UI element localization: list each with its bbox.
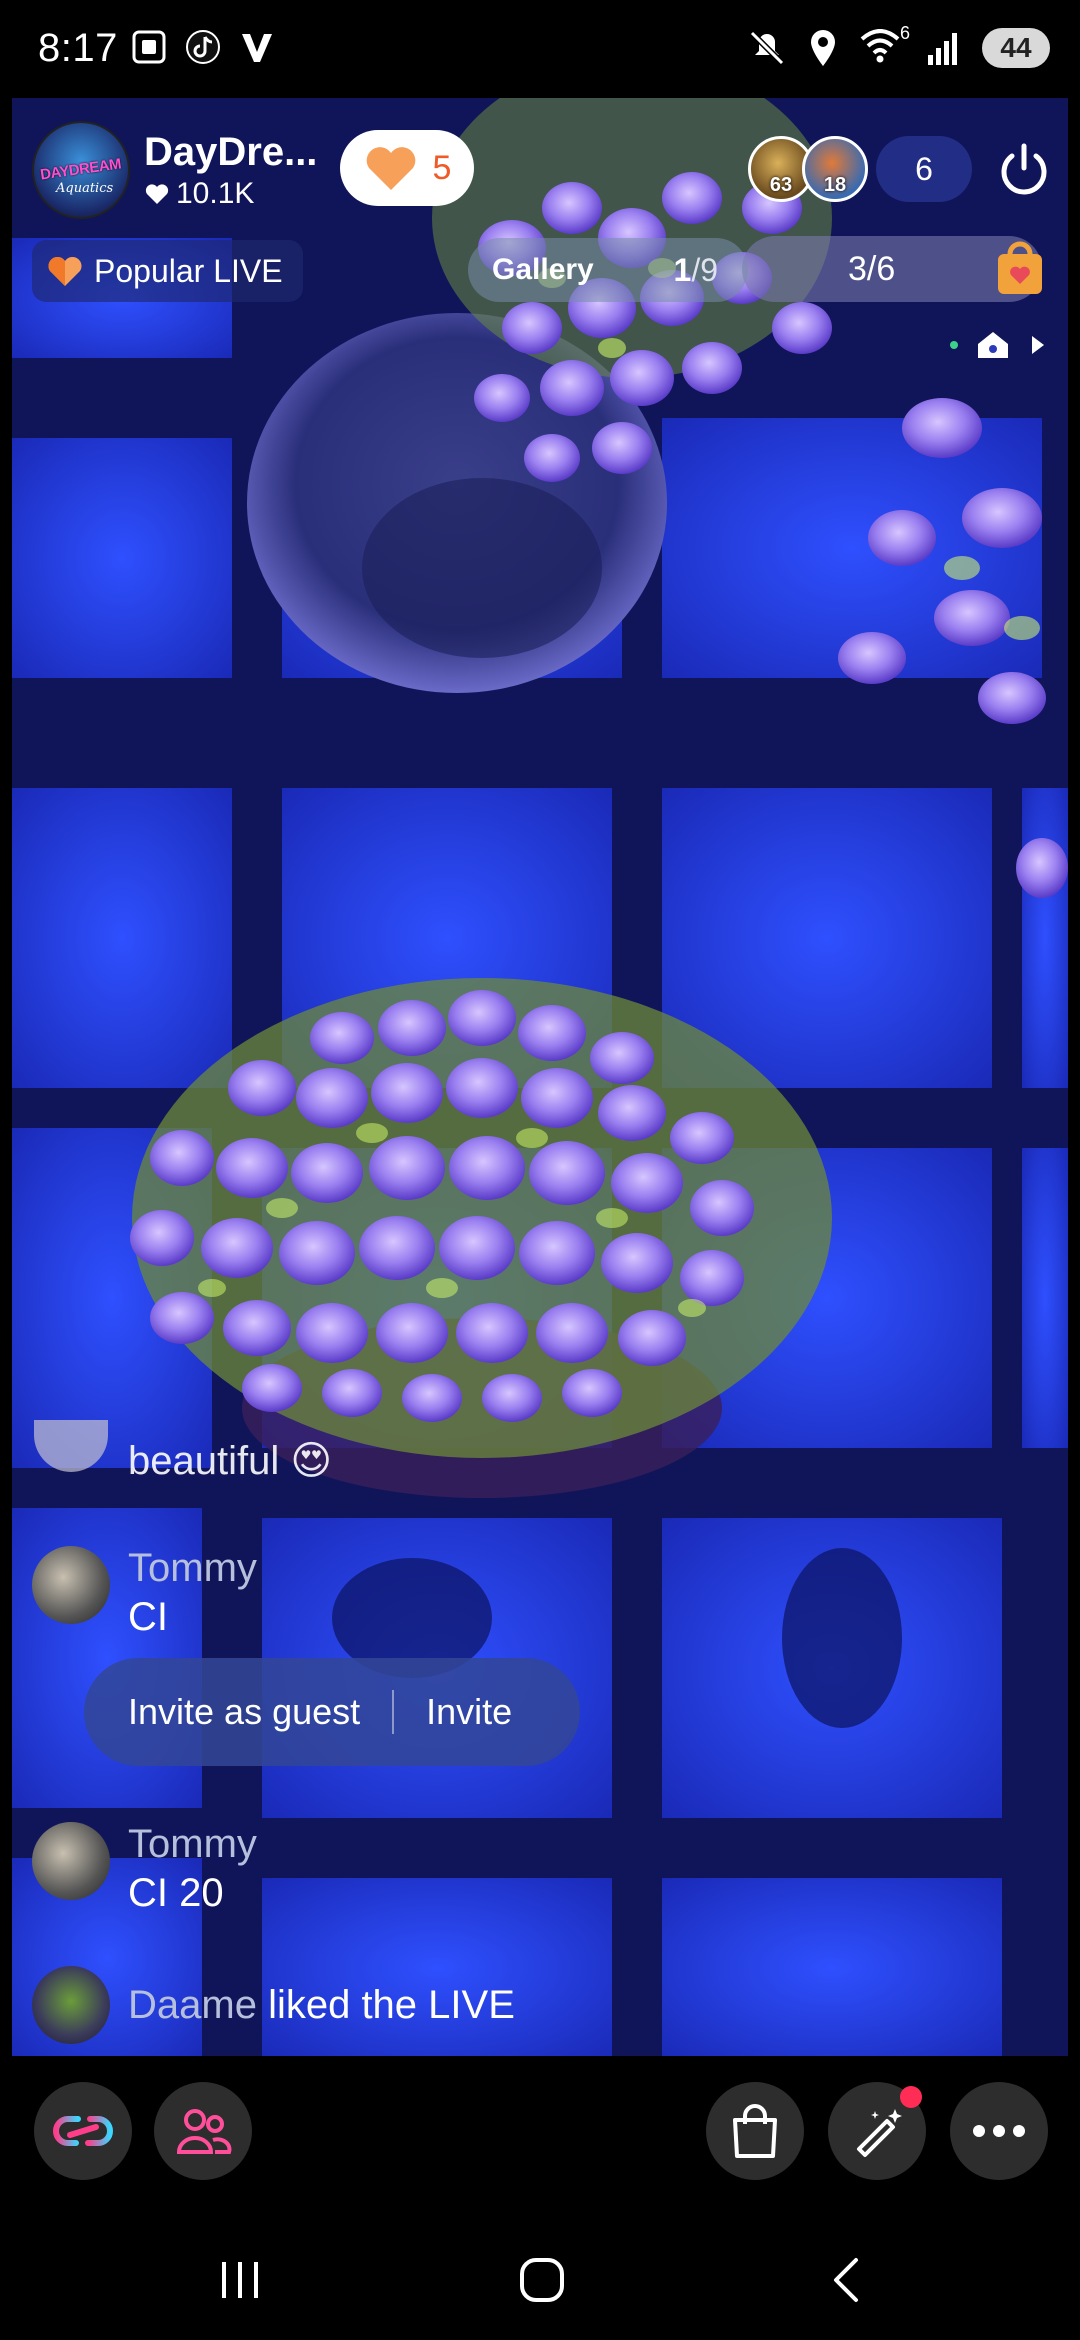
gallery-current: 1 xyxy=(673,251,692,288)
liked-event-avatar[interactable] xyxy=(32,1966,110,2044)
link-button[interactable] xyxy=(34,2082,132,2180)
status-bar: 8:17 6 44 xyxy=(0,0,1080,100)
host-avatar-logo: DAYDREAM xyxy=(39,155,123,184)
home-icon xyxy=(520,2258,564,2302)
recent-apps-icon xyxy=(222,2262,258,2298)
gallery-total: /9 xyxy=(691,251,718,288)
signal-icon xyxy=(928,33,957,65)
wifi-icon xyxy=(860,29,900,63)
popular-heart-icon xyxy=(48,256,82,286)
liked-event-text: Daame liked the LIVE xyxy=(128,1983,515,2028)
comment-body: Tommy CI xyxy=(128,1546,257,1640)
back-icon xyxy=(834,2258,858,2302)
comment-text: CI 20 xyxy=(128,1871,224,1915)
viewer-avatar-1-number: 63 xyxy=(769,174,793,196)
invite-bar: Invite as guest Invite xyxy=(84,1658,580,1766)
gift-bag-icon[interactable] xyxy=(994,240,1046,298)
liked-event-message: liked the LIVE xyxy=(256,1982,515,2027)
status-right-icons: 6 44 xyxy=(748,23,1050,68)
wifi-indicator: 6 xyxy=(860,23,910,67)
host-avatar-logo-sub: Aquatics xyxy=(56,181,114,196)
mute-icon xyxy=(749,30,785,66)
battery-indicator: 44 xyxy=(982,28,1050,68)
shop-button[interactable] xyxy=(706,2082,804,2180)
home-button[interactable] xyxy=(502,2250,582,2310)
play-small-icon[interactable] xyxy=(1028,333,1048,357)
comment-text: CI xyxy=(128,1595,168,1639)
host-avatar[interactable]: DAYDREAM Aquatics xyxy=(32,121,130,219)
link-icon xyxy=(53,2116,113,2146)
comment-item[interactable]: Tommy CI 20 xyxy=(32,1822,257,1916)
status-left-icons xyxy=(130,28,276,66)
heart-small-icon xyxy=(145,183,169,204)
top-viewers[interactable]: 63 18 6 xyxy=(748,130,972,208)
magic-wand-icon xyxy=(857,2109,902,2157)
back-button[interactable] xyxy=(806,2250,886,2310)
wifi-label: 6 xyxy=(899,23,910,43)
invite-divider xyxy=(392,1690,395,1734)
exit-power-icon[interactable] xyxy=(992,138,1056,202)
comment-avatar[interactable] xyxy=(32,1546,110,1624)
liked-event-user[interactable]: Daame xyxy=(128,1983,257,2027)
gallery-label: Gallery xyxy=(492,253,594,286)
shopping-bag-icon xyxy=(733,2104,777,2158)
more-button[interactable] xyxy=(950,2082,1048,2180)
guests-button[interactable] xyxy=(154,2082,252,2180)
popular-live-label: Popular LIVE xyxy=(94,252,283,289)
popular-live-chip[interactable]: Popular LIVE xyxy=(32,240,303,302)
host-info: DayDre... 10.1K xyxy=(144,130,317,211)
location-icon xyxy=(811,30,835,66)
host-likes-count: 10.1K xyxy=(176,176,255,210)
viewer-count[interactable]: 6 xyxy=(876,136,972,202)
effects-button[interactable] xyxy=(828,2082,926,2180)
heart-count: 5 xyxy=(432,148,452,187)
follow-heart-button[interactable]: 5 xyxy=(340,130,474,206)
screenshot-icon xyxy=(132,30,166,64)
invite-button[interactable]: Invite xyxy=(426,1691,512,1733)
tiktok-icon xyxy=(186,30,220,64)
gallery-pager: 1/9 xyxy=(674,252,718,289)
liked-event: Daame liked the LIVE xyxy=(32,1966,515,2044)
mini-controls xyxy=(950,330,1048,360)
host-likes: 10.1K xyxy=(144,177,317,211)
gallery-chip[interactable]: Gallery 1/9 xyxy=(468,238,748,302)
v-app-icon xyxy=(242,34,272,62)
comment-username[interactable]: Tommy xyxy=(128,1822,257,1867)
invite-as-guest-button[interactable]: Invite as guest xyxy=(128,1691,360,1733)
comment-body: Tommy CI 20 xyxy=(128,1822,257,1916)
heart-icon xyxy=(366,147,415,190)
notification-dot xyxy=(900,2086,922,2108)
comment-avatar[interactable] xyxy=(32,1822,110,1900)
viewer-avatar-2-number: 18 xyxy=(823,174,847,196)
viewer-avatar-2[interactable]: 18 xyxy=(802,136,868,202)
host-name[interactable]: DayDre... xyxy=(144,130,317,175)
comment-username[interactable]: Tommy xyxy=(128,1546,257,1591)
comment-item[interactable]: Tommy CI xyxy=(32,1546,257,1640)
live-dot-icon xyxy=(950,341,958,349)
home-small-icon[interactable] xyxy=(976,330,1010,360)
more-icon xyxy=(973,2125,1025,2137)
comment-text-faded: beautiful 😍 xyxy=(128,1439,333,1483)
gift-progress-text: 3/6 xyxy=(848,249,896,288)
guests-icon xyxy=(176,2109,232,2154)
recent-apps-button[interactable] xyxy=(200,2250,280,2310)
status-time: 8:17 xyxy=(38,26,118,70)
